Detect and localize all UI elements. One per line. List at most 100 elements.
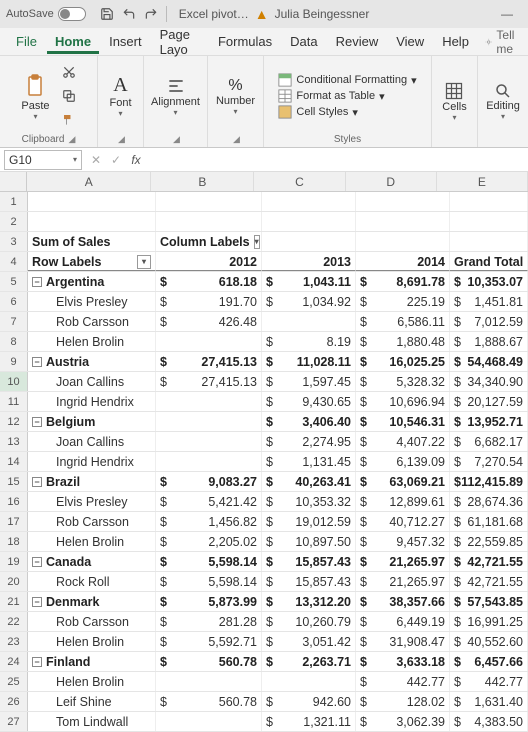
cell[interactable] <box>450 212 528 231</box>
cell[interactable]: $21,265.97 <box>356 572 450 591</box>
year-2012[interactable]: 2012 <box>156 252 262 271</box>
col-header-d[interactable]: D <box>346 172 437 191</box>
cell[interactable]: $10,353.32 <box>262 492 356 511</box>
person-label[interactable]: Elvis Presley <box>28 292 156 311</box>
minimize-button[interactable]: — <box>492 0 522 28</box>
cell[interactable]: $9,083.27 <box>156 472 262 491</box>
cell[interactable]: $1,631.40 <box>450 692 528 711</box>
cell[interactable]: $57,543.85 <box>450 592 528 611</box>
alignment-button[interactable]: Alignment▾ <box>147 74 204 119</box>
enter-formula-icon[interactable]: ✓ <box>106 153 126 167</box>
country-label[interactable]: −Belgium <box>28 412 156 431</box>
cell[interactable]: $1,321.11 <box>262 712 356 731</box>
person-label[interactable]: Ingrid Hendrix <box>28 392 156 411</box>
cell[interactable]: $6,682.17 <box>450 432 528 451</box>
cell[interactable]: $42,721.55 <box>450 552 528 571</box>
row-header[interactable]: 1 <box>0 192 28 211</box>
cell[interactable]: $10,696.94 <box>356 392 450 411</box>
cell[interactable]: $9,430.65 <box>262 392 356 411</box>
collapse-icon[interactable]: − <box>32 357 42 367</box>
format-painter-icon[interactable] <box>58 109 80 131</box>
cell[interactable]: $2,205.02 <box>156 532 262 551</box>
row-header[interactable]: 4 <box>0 252 28 271</box>
grand-total-header[interactable]: Grand Total <box>450 252 528 271</box>
cell[interactable]: $15,857.43 <box>262 552 356 571</box>
row-header[interactable]: 12 <box>0 412 28 431</box>
person-label[interactable]: Helen Brolin <box>28 672 156 691</box>
person-label[interactable]: Helen Brolin <box>28 632 156 651</box>
cell[interactable]: $1,131.45 <box>262 452 356 471</box>
cell[interactable]: $8.19 <box>262 332 356 351</box>
paste-button[interactable]: Paste ▾ <box>17 70 53 123</box>
cell[interactable]: $2,274.95 <box>262 432 356 451</box>
cell[interactable]: $19,012.59 <box>262 512 356 531</box>
cell[interactable]: $1,456.82 <box>156 512 262 531</box>
col-header-a[interactable]: A <box>27 172 151 191</box>
year-2014[interactable]: 2014 <box>356 252 450 271</box>
cell[interactable]: $618.18 <box>156 272 262 291</box>
person-label[interactable]: Helen Brolin <box>28 332 156 351</box>
cell[interactable] <box>262 312 356 331</box>
cell[interactable]: $20,127.59 <box>450 392 528 411</box>
cell[interactable]: $16,025.25 <box>356 352 450 371</box>
cell[interactable]: $40,552.60 <box>450 632 528 651</box>
row-header[interactable]: 24 <box>0 652 28 671</box>
cell[interactable]: $3,051.42 <box>262 632 356 651</box>
collapse-icon[interactable]: − <box>32 277 42 287</box>
person-label[interactable]: Leif Shine <box>28 692 156 711</box>
cell[interactable]: $7,270.54 <box>450 452 528 471</box>
cell[interactable] <box>156 392 262 411</box>
collapse-icon[interactable]: − <box>32 657 42 667</box>
row-header[interactable]: 15 <box>0 472 28 491</box>
row-header[interactable]: 18 <box>0 532 28 551</box>
row-header[interactable]: 11 <box>0 392 28 411</box>
person-label[interactable]: Rob Carsson <box>28 312 156 331</box>
tab-home[interactable]: Home <box>47 30 99 54</box>
person-label[interactable]: Tom Lindwall <box>28 712 156 731</box>
cell[interactable]: $40,263.41 <box>262 472 356 491</box>
cell[interactable] <box>262 212 356 231</box>
country-label[interactable]: −Canada <box>28 552 156 571</box>
cell[interactable] <box>356 232 450 251</box>
country-label[interactable]: −Argentina <box>28 272 156 291</box>
cell[interactable]: $11,028.11 <box>262 352 356 371</box>
dropdown-icon[interactable]: ▾ <box>137 255 151 269</box>
cell[interactable]: $3,406.40 <box>262 412 356 431</box>
row-header[interactable]: 14 <box>0 452 28 471</box>
row-header[interactable]: 7 <box>0 312 28 331</box>
cell[interactable]: $1,034.92 <box>262 292 356 311</box>
cell[interactable]: $560.78 <box>156 692 262 711</box>
person-label[interactable]: Helen Brolin <box>28 532 156 551</box>
row-header[interactable]: 8 <box>0 332 28 351</box>
cell[interactable]: $15,857.43 <box>262 572 356 591</box>
cell[interactable]: $10,546.31 <box>356 412 450 431</box>
country-label[interactable]: −Finland <box>28 652 156 671</box>
cell[interactable] <box>28 192 156 211</box>
copy-icon[interactable] <box>58 85 80 107</box>
person-label[interactable]: Rob Carsson <box>28 512 156 531</box>
country-label[interactable]: −Austria <box>28 352 156 371</box>
cell[interactable] <box>450 192 528 211</box>
cell[interactable]: $5,328.32 <box>356 372 450 391</box>
row-header[interactable]: 10 <box>0 372 28 391</box>
tab-file[interactable]: File <box>8 30 45 53</box>
cell[interactable]: $10,260.79 <box>262 612 356 631</box>
row-header[interactable]: 27 <box>0 712 28 731</box>
cell[interactable]: $13,952.71 <box>450 412 528 431</box>
cell[interactable]: $112,415.89 <box>450 472 528 491</box>
cell[interactable] <box>262 672 356 691</box>
row-header[interactable]: 13 <box>0 432 28 451</box>
collapse-icon[interactable]: − <box>32 477 42 487</box>
autosave-toggle[interactable]: AutoSave <box>6 7 86 21</box>
select-all-corner[interactable] <box>0 172 27 191</box>
cell[interactable]: $42,721.55 <box>450 572 528 591</box>
cell[interactable]: $10,897.50 <box>262 532 356 551</box>
cell[interactable]: $22,559.85 <box>450 532 528 551</box>
collapse-icon[interactable]: − <box>32 557 42 567</box>
cell[interactable] <box>262 192 356 211</box>
col-header-c[interactable]: C <box>254 172 345 191</box>
font-button[interactable]: AFont▾ <box>105 72 135 120</box>
cell[interactable]: $3,062.39 <box>356 712 450 731</box>
cell[interactable] <box>156 452 262 471</box>
cell[interactable]: $61,181.68 <box>450 512 528 531</box>
